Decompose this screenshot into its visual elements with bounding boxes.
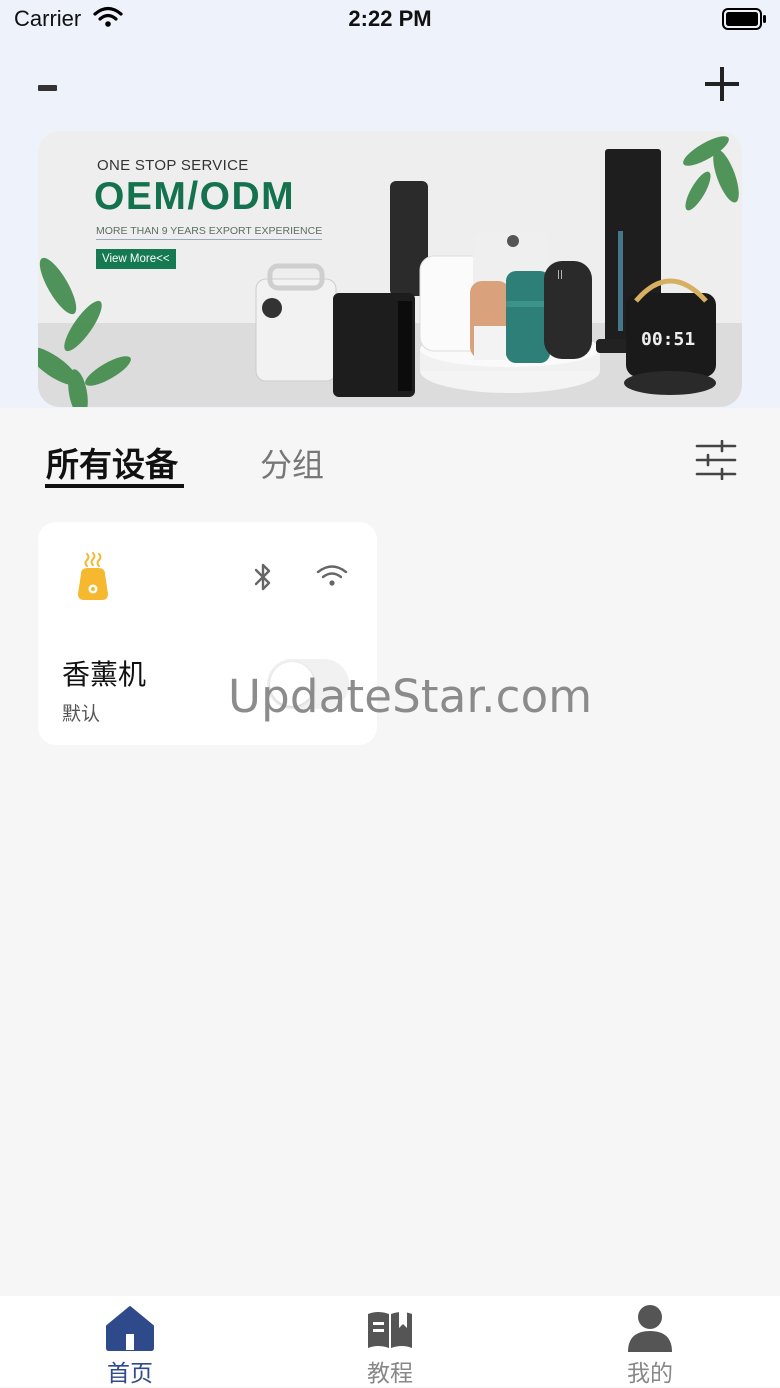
minus-icon (38, 85, 57, 91)
diffuser-icon (78, 552, 108, 600)
active-tab-indicator (45, 484, 184, 488)
banner-title: OEM/ODM (94, 175, 296, 218)
plus-button[interactable] (700, 62, 744, 106)
tab-all-devices[interactable]: 所有设备 (46, 438, 178, 486)
tabbar-item-home[interactable]: 首页 (0, 1296, 260, 1387)
person-icon (628, 1305, 672, 1352)
device-name: 香薰机 (62, 658, 147, 691)
banner-tagline: MORE THAN 9 YEARS EXPORT EXPERIENCE (96, 225, 323, 240)
tabbar-label-home: 首页 (107, 1361, 153, 1387)
minus-button[interactable] (30, 70, 66, 106)
plus-icon (705, 67, 739, 101)
battery-icon (722, 8, 766, 30)
promo-banner[interactable]: || 00:51 ONE STOP SERVICE OEM/ODM MORE T… (38, 131, 742, 407)
svg-text:00:51: 00:51 (641, 329, 695, 350)
tab-groups[interactable]: 分组 (260, 440, 324, 486)
svg-text:||: || (557, 270, 563, 280)
banner-view-more-button[interactable]: View More<< (96, 249, 176, 269)
bottom-tab-bar: 首页 教程 我的 (0, 1296, 780, 1387)
tabbar-label-tutorial: 教程 (367, 1361, 413, 1387)
tabbar-item-tutorial[interactable]: 教程 (260, 1296, 520, 1387)
status-bar: Carrier 2:22 PM (0, 0, 780, 40)
status-time: 2:22 PM (348, 6, 432, 31)
banner-subtitle: ONE STOP SERVICE (97, 157, 249, 174)
tabbar-label-profile: 我的 (627, 1361, 673, 1387)
watermark-text: UpdateStar.com (228, 670, 593, 723)
bluetooth-icon (254, 563, 271, 591)
wifi-icon (316, 565, 348, 586)
book-icon (368, 1312, 412, 1348)
home-icon (106, 1306, 154, 1351)
device-group-label: 默认 (62, 703, 101, 725)
tabbar-item-profile[interactable]: 我的 (520, 1296, 780, 1387)
sliders-icon[interactable] (694, 440, 738, 480)
